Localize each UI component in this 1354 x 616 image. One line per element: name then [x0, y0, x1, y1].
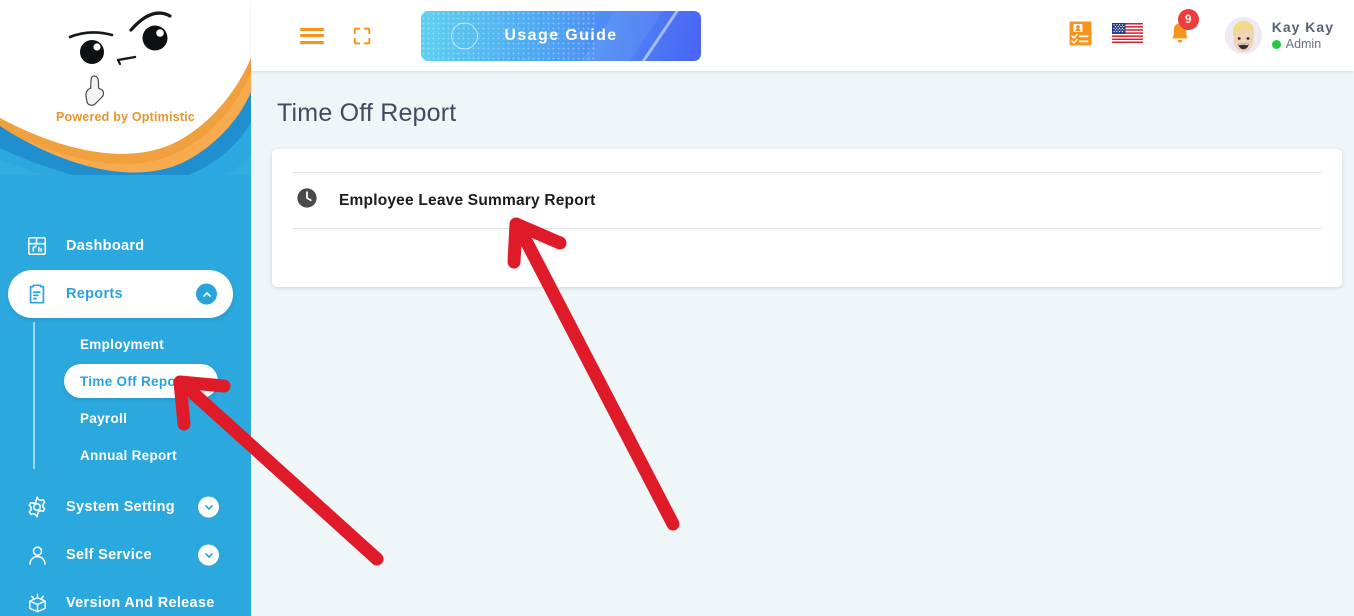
user-avatar — [1224, 17, 1262, 54]
sidebar-item-reports[interactable]: Reports — [8, 270, 233, 318]
user-role: Admin — [1271, 36, 1334, 52]
app-root: Powered by Optimistic Dashboard Reports … — [0, 0, 1354, 616]
user-name: Kay Kay — [1271, 18, 1334, 35]
report-item-employee-leave-summary[interactable]: Employee Leave Summary Report — [292, 172, 1322, 229]
sidebar-item-system-setting[interactable]: System Setting — [8, 483, 235, 531]
brand-tagline: Powered by Optimistic — [56, 110, 195, 124]
usage-guide-label: Usage Guide — [504, 26, 618, 44]
user-profile-menu[interactable]: Kay Kay Admin — [1224, 17, 1334, 54]
fullscreen-button[interactable] — [345, 19, 379, 53]
reports-card: Employee Leave Summary Report — [272, 149, 1342, 287]
sidebar-nav: Dashboard Reports Employment Time Off Re… — [0, 222, 251, 616]
us-flag-icon — [1111, 23, 1143, 43]
reports-list: Employee Leave Summary Report — [292, 149, 1322, 229]
sidebar-subitem-label: Annual Report — [80, 447, 177, 463]
clock-icon — [296, 187, 318, 214]
page-title: Time Off Report — [277, 99, 457, 127]
notification-count-badge: 9 — [1177, 9, 1199, 30]
top-header: Usage Guide 9 Kay Kay Admin — [251, 0, 1354, 71]
clipboard-report-icon — [22, 279, 52, 309]
sidebar-subitem-time-off-report[interactable]: Time Off Report — [64, 364, 218, 398]
chevron-up-icon[interactable] — [196, 283, 217, 305]
brand-zone: Powered by Optimistic — [0, 0, 251, 175]
sidebar-item-dashboard[interactable]: Dashboard — [8, 222, 235, 270]
notifications-button[interactable]: 9 — [1169, 9, 1199, 50]
dashboard-grid-icon — [22, 231, 52, 261]
usage-guide-circle-decoration — [451, 22, 478, 49]
language-flag-button[interactable] — [1111, 23, 1143, 48]
user-icon — [22, 540, 52, 570]
header-right-tools: 9 Kay Kay Admin — [1069, 9, 1334, 54]
chevron-down-icon[interactable] — [198, 544, 219, 566]
id-card-icon — [1069, 21, 1092, 45]
sidebar-subitem-label: Time Off Report — [80, 373, 187, 389]
sidebar-subitem-payroll[interactable]: Payroll — [64, 401, 218, 435]
optimistic-face-logo-icon — [68, 11, 172, 106]
chevron-down-icon[interactable] — [198, 496, 219, 518]
hamburger-menu-icon — [300, 24, 324, 47]
menu-toggle-button[interactable] — [295, 19, 329, 53]
sidebar-item-label: Self Service — [66, 547, 152, 563]
fullscreen-expand-icon — [353, 27, 371, 44]
sidebar-item-label: Dashboard — [66, 238, 145, 254]
sidebar-subitem-label: Payroll — [80, 410, 128, 426]
sidebar-item-self-service[interactable]: Self Service — [8, 531, 235, 579]
sidebar-subitem-employment[interactable]: Employment — [64, 327, 218, 361]
sidebar: Powered by Optimistic Dashboard Reports … — [0, 0, 251, 616]
id-card-button[interactable] — [1069, 21, 1092, 51]
usage-guide-button[interactable]: Usage Guide — [421, 10, 701, 61]
reports-submenu: Employment Time Off Report Payroll Annua… — [0, 318, 251, 483]
open-box-icon — [22, 588, 52, 616]
main-content: Time Off Report Employee Leave Summary R… — [251, 71, 1354, 616]
sidebar-item-label: Version And Release — [66, 595, 215, 611]
online-status-dot — [1271, 39, 1281, 49]
user-role-label: Admin — [1285, 37, 1322, 52]
sidebar-item-label: Reports — [66, 286, 123, 302]
sidebar-item-label: System Setting — [66, 499, 175, 515]
report-item-label: Employee Leave Summary Report — [339, 191, 596, 209]
gear-icon — [22, 492, 52, 522]
sidebar-subitem-annual-report[interactable]: Annual Report — [64, 438, 218, 472]
sidebar-subitem-label: Employment — [80, 336, 165, 352]
sidebar-item-version-and-release[interactable]: Version And Release — [8, 579, 235, 616]
